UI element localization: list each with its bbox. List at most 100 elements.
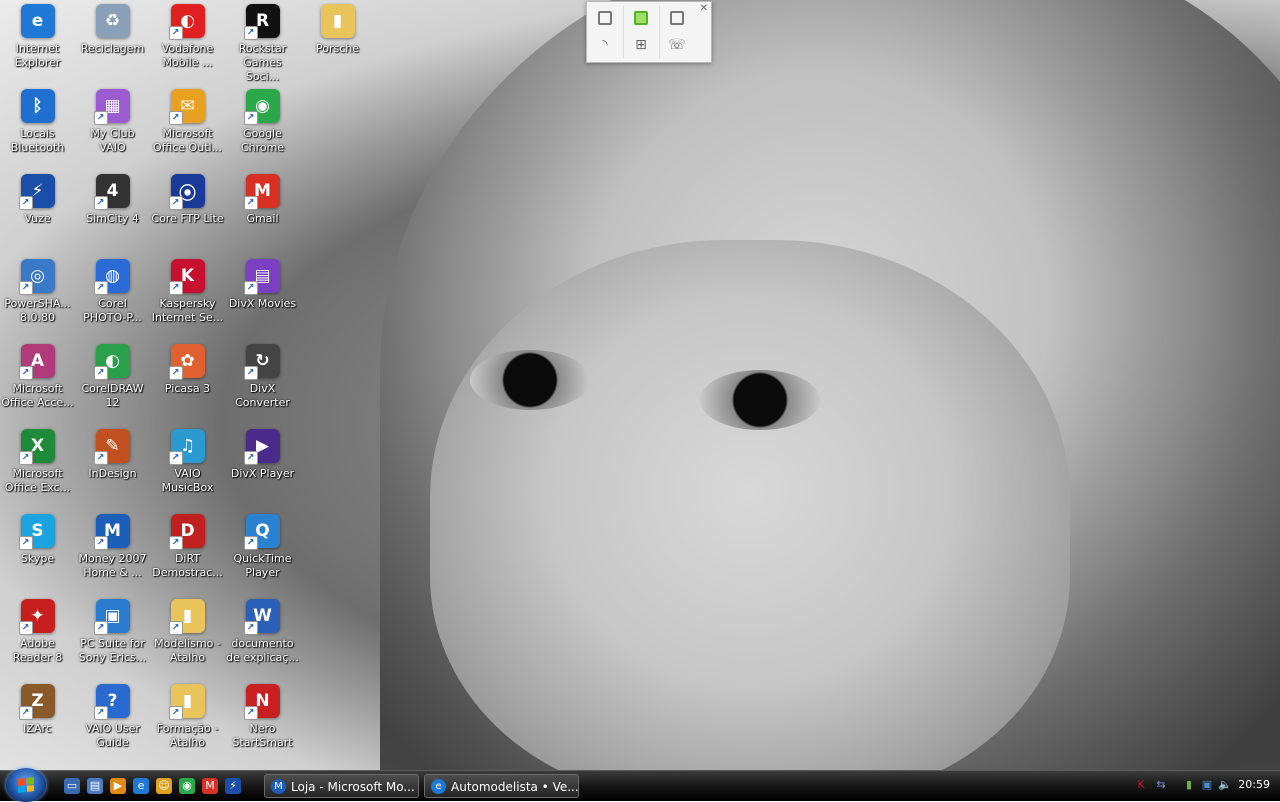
desktop-icon[interactable]: ✿ ↗ Picasa 3	[150, 342, 225, 427]
core-ftp-icon: ⦿ ↗	[168, 174, 205, 210]
network-icon[interactable]: ⊞	[623, 32, 659, 58]
shortcut-arrow-icon: ↗	[168, 281, 183, 295]
desktop-icon[interactable]: ✉ ↗ Microsoft Office Outl...	[150, 87, 225, 172]
desktop-icon[interactable]: ◉ ↗ Google Chrome	[225, 87, 300, 172]
desktop-icon[interactable]: 4 ↗ SimCity 4	[75, 172, 150, 257]
desktop-icon[interactable]: ? ↗ VAIO User Guide	[75, 682, 150, 767]
desktop-icon[interactable]: Q ↗ QuickTime Player	[225, 512, 300, 597]
desktop-icon-label: DivX Converter	[235, 382, 290, 409]
desktop-icon[interactable]: ✦ ↗ Adobe Reader 8	[0, 597, 75, 682]
desktop-icon[interactable]: ▮ Porsche	[300, 2, 375, 87]
desktop-icon[interactable]: ✎ ↗ InDesign	[75, 427, 150, 512]
display-active-icon[interactable]	[623, 5, 659, 31]
desktop-icon[interactable]: ᛒ Locais Bluetooth	[0, 87, 75, 172]
kaspersky-icon[interactable]: K	[1134, 778, 1148, 792]
desktop-icon[interactable]: A ↗ Microsoft Office Acce...	[0, 342, 75, 427]
desktop-icon[interactable]: ▤ ↗ DivX Movies	[225, 257, 300, 342]
desktop-icon[interactable]: ▮ ↗ Formação - Atalho	[150, 682, 225, 767]
desktop-icon-label: Corel PHOTO-P...	[83, 297, 142, 324]
media-player-icon[interactable]: ▶	[110, 778, 126, 794]
desktop-icon[interactable]: ▮ ↗ Modelismo - Atalho	[150, 597, 225, 682]
desktop-icon[interactable]: N ↗ Nero StartSmart	[225, 682, 300, 767]
desktop-icon[interactable]: S ↗ Skype	[0, 512, 75, 597]
money-icon: M ↗	[93, 514, 130, 550]
icon-glyph: ♻	[104, 11, 121, 31]
desktop-icon[interactable]: ⦿ ↗ Core FTP Lite	[150, 172, 225, 257]
messenger-icon[interactable]: ☺	[156, 778, 172, 794]
desktop-icon[interactable]: X ↗ Microsoft Office Exc...	[0, 427, 75, 512]
vuze-icon: ⚡ ↗	[18, 174, 55, 210]
volume-icon[interactable]: 🔈	[1218, 778, 1232, 792]
desktop-icon[interactable]: D ↗ DiRT Demostrac...	[150, 512, 225, 597]
shortcut-arrow-icon: ↗	[93, 451, 108, 465]
desktop-icon-label: DiRT Demostrac...	[152, 552, 223, 579]
close-icon[interactable]: ✕	[700, 3, 708, 14]
sync-icon[interactable]: ⇆	[1154, 778, 1168, 792]
desktop-icon[interactable]: ◍ ↗ Corel PHOTO-P...	[75, 257, 150, 342]
desktop[interactable]: e Internet Explorer ♻ Reciclagem ◐ ↗ Vodafone …	[0, 0, 1280, 770]
desktop-icon-label: Internet Explorer	[14, 42, 61, 69]
desktop-icon[interactable]: ◎ ↗ PowerSHA... 8.0.80	[0, 257, 75, 342]
gmail-icon[interactable]: M	[202, 778, 218, 794]
desktop-icon[interactable]: R ↗ Rockstar Games Soci...	[225, 2, 300, 87]
divx-converter-icon: ↻ ↗	[243, 344, 280, 380]
desktop-icon[interactable]: e Internet Explorer	[0, 2, 75, 87]
network-tray-icon[interactable]: ▣	[1200, 778, 1214, 792]
shortcut-arrow-icon: ↗	[243, 366, 258, 380]
desktop-icon-label: Kaspersky Internet Se...	[151, 297, 224, 324]
show-desktop-icon[interactable]: ▭	[64, 778, 80, 794]
chrome-icon[interactable]: ◉	[179, 778, 195, 794]
connection-gadget[interactable]: ◝ ⊞ ☏ ✕	[586, 1, 712, 63]
wallpaper-eye-left	[470, 350, 590, 410]
desktop-icon[interactable]: M ↗ Money 2007 Home & ...	[75, 512, 150, 597]
desktop-icon-label: DivX Movies	[228, 297, 297, 310]
desktop-icon-label: SimCity 4	[86, 212, 139, 225]
desktop-icon-label: Rockstar Games Soci...	[238, 42, 287, 83]
desktop-icon[interactable]: ♫ ↗ VAIO MusicBox	[150, 427, 225, 512]
phone-icon[interactable]: ☏	[659, 32, 695, 58]
desktop-icon[interactable]: ▶ ↗ DivX Player	[225, 427, 300, 512]
shortcut-arrow-icon: ↗	[168, 366, 183, 380]
chrome-icon: ◉ ↗	[243, 89, 280, 125]
switch-windows-icon[interactable]: ▤	[87, 778, 103, 794]
desktop-icon[interactable]: ▦ ↗ My Club VAIO	[75, 87, 150, 172]
taskbar-window-button[interactable]: M Loja - Microsoft Mo...	[264, 774, 419, 798]
indesign-icon: ✎ ↗	[93, 429, 130, 465]
desktop-icon[interactable]: ⚡ ↗ Vuze	[0, 172, 75, 257]
desktop-icon[interactable]: ▣ ↗ PC Suite for Sony Erics...	[75, 597, 150, 682]
shortcut-arrow-icon: ↗	[243, 621, 258, 635]
windows-logo-icon	[18, 777, 34, 793]
start-button[interactable]	[6, 768, 46, 802]
desktop-icon-label: Money 2007 Home & ...	[78, 552, 147, 579]
desktop-icon[interactable]: M ↗ Gmail	[225, 172, 300, 257]
desktop-icon[interactable]: K ↗ Kaspersky Internet Se...	[150, 257, 225, 342]
desktop-icon-label: IZArc	[23, 722, 52, 735]
wifi-icon[interactable]: ◝	[587, 32, 623, 58]
desktop-icon[interactable]: ◐ ↗ Vodafone Mobile ...	[150, 2, 225, 87]
desktop-icon-label: Picasa 3	[164, 382, 211, 395]
shortcut-arrow-icon: ↗	[93, 621, 108, 635]
clock[interactable]: 20:59	[1238, 778, 1270, 791]
display-icon[interactable]	[659, 5, 695, 31]
coreldraw-icon: ◐ ↗	[93, 344, 130, 380]
vuze-icon[interactable]: ⚡	[225, 778, 241, 794]
internet-explorer-icon[interactable]: e	[133, 778, 149, 794]
shortcut-arrow-icon: ↗	[168, 451, 183, 465]
desktop-icon[interactable]: ♻ Reciclagem	[75, 2, 150, 87]
taskbar-window-button[interactable]: e Automodelista • Ve...	[424, 774, 579, 798]
shortcut-arrow-icon: ↗	[243, 451, 258, 465]
desktop-icon[interactable]: ◐ ↗ CorelDRAW 12	[75, 342, 150, 427]
wallpaper-face	[430, 240, 1070, 770]
icon-glyph: ▮	[182, 691, 193, 711]
shortcut-arrow-icon: ↗	[18, 621, 33, 635]
skype-icon: S ↗	[18, 514, 55, 550]
desktop-icon[interactable]: W ↗ documento de explicaç...	[225, 597, 300, 682]
shortcut-arrow-icon: ↗	[243, 26, 258, 40]
battery-icon[interactable]: ▮	[1182, 778, 1196, 792]
desktop-icon[interactable]: Z ↗ IZArc	[0, 682, 75, 767]
icon-glyph: ᛒ	[32, 96, 43, 116]
display-icon[interactable]	[587, 5, 623, 31]
vodafone-icon: ◐ ↗	[168, 4, 205, 40]
access-icon: A ↗	[18, 344, 55, 380]
desktop-icon[interactable]: ↻ ↗ DivX Converter	[225, 342, 300, 427]
